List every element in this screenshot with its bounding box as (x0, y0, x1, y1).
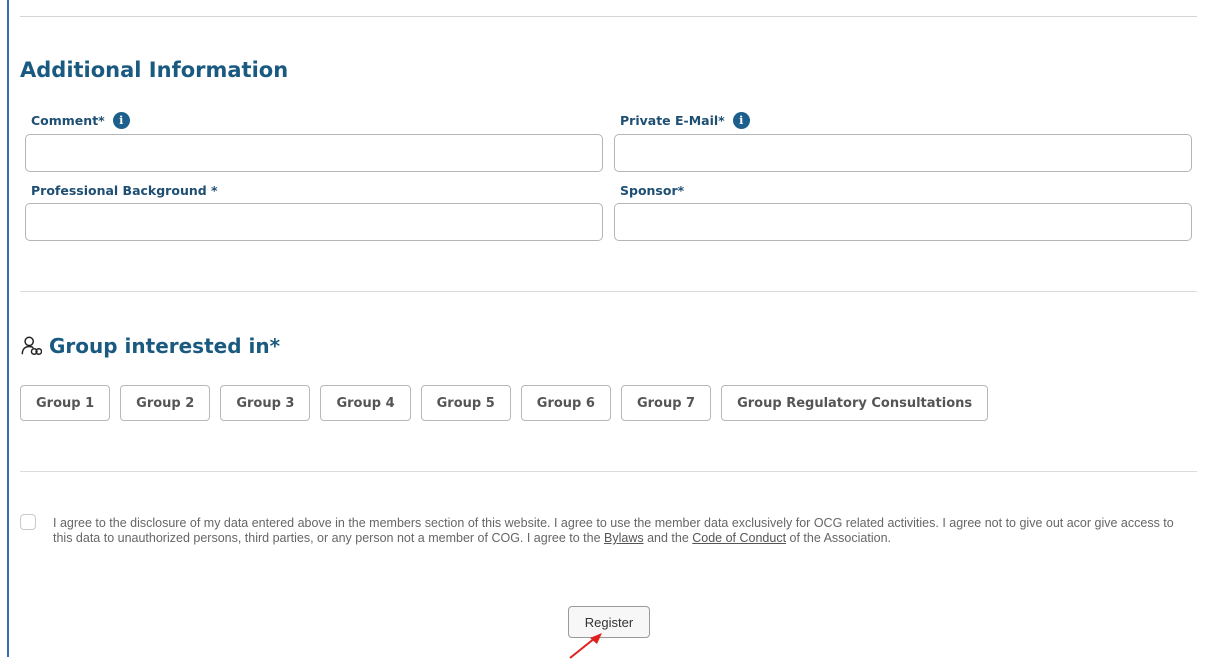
group-4-button[interactable]: Group 4 (320, 385, 411, 421)
top-divider (20, 16, 1197, 17)
consent-checkbox[interactable] (20, 514, 36, 530)
private-email-label: Private E-Mail* i (620, 112, 750, 129)
group-heading-text: Group interested in* (49, 334, 281, 358)
professional-background-label-text: Professional Background * (31, 183, 218, 198)
group-3-button[interactable]: Group 3 (220, 385, 311, 421)
group-1-button[interactable]: Group 1 (20, 385, 111, 421)
group-regulatory-consultations-button[interactable]: Group Regulatory Consultations (721, 385, 989, 421)
group-2-button[interactable]: Group 2 (120, 385, 211, 421)
info-icon[interactable]: i (732, 112, 750, 129)
group-7-button[interactable]: Group 7 (620, 385, 712, 421)
frame-border (7, 0, 9, 657)
consent-text-end: of the Association. (786, 531, 891, 545)
private-email-input[interactable] (614, 134, 1192, 172)
section-divider (20, 291, 1197, 292)
code-of-conduct-link[interactable]: Code of Conduct (692, 531, 786, 545)
group-6-button[interactable]: Group 6 (520, 385, 611, 421)
annotation-arrow-icon (569, 633, 602, 659)
sponsor-label-text: Sponsor* (620, 183, 685, 198)
sponsor-label: Sponsor* (620, 183, 684, 198)
private-email-label-text: Private E-Mail* (620, 113, 725, 128)
people-icon (21, 336, 42, 355)
comment-label-text: Comment* (31, 113, 105, 128)
additional-information-title: Additional Information (20, 58, 289, 82)
comment-input[interactable] (25, 134, 603, 172)
info-icon[interactable]: i (112, 112, 130, 129)
professional-background-input[interactable] (25, 203, 603, 241)
consent-text: I agree to the disclosure of my data ent… (53, 516, 1188, 546)
bylaws-link[interactable]: Bylaws (604, 531, 644, 545)
section-divider (20, 471, 1197, 472)
group-5-button[interactable]: Group 5 (420, 385, 511, 421)
consent-text-middle: and the (643, 531, 693, 545)
comment-label: Comment* i (31, 112, 130, 129)
group-button-list: Group 1 Group 2 Group 3 Group 4 Group 5 … (20, 385, 989, 421)
group-interested-heading: Group interested in* (20, 334, 280, 358)
sponsor-input[interactable] (614, 203, 1192, 241)
professional-background-label: Professional Background * (31, 183, 218, 198)
